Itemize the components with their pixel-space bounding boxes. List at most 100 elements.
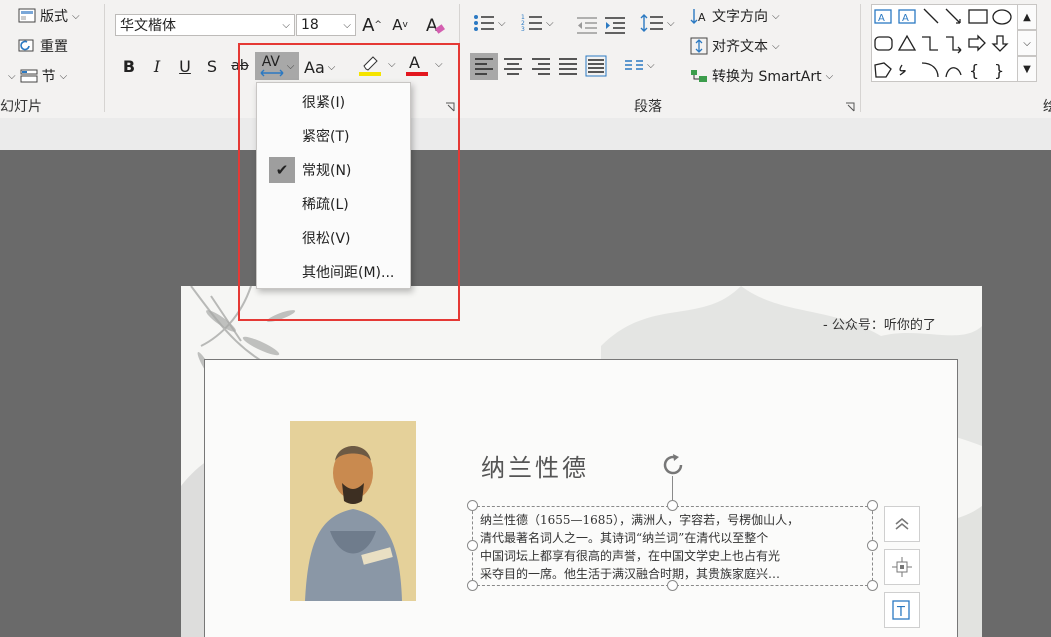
svg-text:A: A [426, 16, 438, 36]
ribbon: 版式 ⌵ 重置 ⌵ 节 ⌵ 幻灯片 华文楷体 ⌵ 18 ⌵ A ^ Av A B … [0, 0, 1051, 119]
gallery-scroll-down-icon[interactable]: ⌵ [1017, 30, 1037, 56]
resize-handle[interactable] [467, 500, 478, 511]
svg-text:A: A [902, 13, 909, 24]
svg-text:A: A [878, 13, 885, 24]
columns-button[interactable]: ⌵ [624, 57, 655, 73]
chevron-down-icon: ⌵ [667, 17, 675, 29]
font-name-value: 华文楷体 [120, 18, 176, 34]
resize-handle[interactable] [667, 500, 678, 511]
group-separator [860, 4, 861, 112]
align-text-label: 对齐文本 [712, 39, 768, 55]
smartart-icon [691, 70, 707, 82]
underline-button[interactable]: U [173, 54, 197, 78]
body-line: 清代最著名词人之一。其诗词“纳兰词”在清代以至整个 [480, 531, 769, 545]
body-textbox[interactable]: 纳兰性德（1655—1685），满洲人，字容若，号楞伽山人， 清代最著名词人之一… [472, 506, 873, 586]
layout-button[interactable]: 版式 ⌵ [18, 5, 80, 27]
grow-font-icon: A [362, 14, 375, 36]
text-box-icon: T [892, 600, 910, 620]
text-direction-button[interactable]: A 文字方向 ⌵ [690, 5, 780, 27]
svg-text:T: T [896, 605, 905, 620]
resize-handle[interactable] [867, 500, 878, 511]
bold-button[interactable]: B [117, 54, 141, 78]
increase-indent-icon[interactable] [604, 15, 626, 35]
distributed-icon[interactable] [585, 55, 607, 77]
line-spacing-button[interactable]: ⌵ [640, 13, 675, 33]
justify-icon[interactable] [558, 57, 578, 75]
animation-pane-button[interactable] [884, 506, 920, 542]
convert-smartart-button[interactable]: 转换为 SmartArt ⌵ [690, 65, 833, 87]
clear-formatting-icon: A [426, 16, 445, 36]
numbering-button[interactable]: 123 ⌵ [521, 13, 554, 33]
gallery-expand-icon[interactable]: ▼ [1017, 56, 1037, 82]
resize-handle[interactable] [467, 580, 478, 591]
grow-font-button[interactable]: A ^ [360, 13, 384, 37]
shrink-font-button[interactable]: Av [388, 13, 412, 37]
section-button[interactable]: ⌵ 节 ⌵ [8, 65, 67, 87]
rotate-handle-icon[interactable] [659, 451, 687, 479]
chevron-down-icon: ⌵ [8, 70, 16, 82]
align-center-icon[interactable] [503, 57, 523, 75]
align-text-icon [690, 37, 708, 55]
portrait-image[interactable] [290, 421, 416, 601]
drawing-group-label: 绘 [1043, 99, 1051, 115]
reset-icon [18, 39, 34, 52]
clear-formatting-button[interactable]: A [423, 13, 447, 37]
underline-icon: U [179, 56, 191, 76]
chevron-down-icon[interactable]: ⌵ [343, 20, 351, 31]
resize-handle[interactable] [667, 580, 678, 591]
svg-text:{: { [969, 61, 979, 80]
svg-text:A: A [698, 11, 706, 24]
bullets-button[interactable]: ⌵ [473, 13, 506, 33]
italic-button[interactable]: I [145, 54, 169, 78]
smartart-label: 转换为 SmartArt [712, 69, 822, 85]
resize-handle[interactable] [467, 540, 478, 551]
shrink-font-icon: A [392, 16, 403, 34]
chevrons-up-icon [895, 518, 909, 530]
layout-label: 版式 [40, 9, 68, 25]
shapes-gallery-icons[interactable]: A A { } [872, 5, 1018, 81]
paragraph-group-label: 段落 [634, 99, 662, 115]
align-text-button[interactable]: 对齐文本 ⌵ [690, 35, 780, 57]
chevron-down-icon: ⌵ [825, 70, 834, 82]
text-format-button[interactable]: T [884, 592, 920, 628]
resize-handle[interactable] [867, 540, 878, 551]
reset-label: 重置 [40, 39, 68, 55]
align-left-button[interactable] [470, 53, 498, 80]
bold-icon: B [122, 56, 136, 76]
body-text: 纳兰性德（1655—1685），满洲人，字容若，号楞伽山人， 清代最著名词人之一… [480, 511, 870, 583]
reset-button[interactable]: 重置 [18, 35, 68, 57]
align-left-icon [475, 58, 493, 75]
rotate-connector [672, 476, 673, 501]
slide-title[interactable]: 纳兰性德 [481, 448, 589, 483]
section-icon [20, 69, 38, 83]
layout-options-icon [892, 557, 912, 577]
chevron-down-icon[interactable]: ⌵ [282, 20, 290, 31]
font-name-field[interactable]: 华文楷体 ⌵ [115, 14, 295, 36]
decrease-indent-icon[interactable] [576, 15, 598, 35]
ribbon-bottom-strip [0, 118, 1051, 150]
slides-group-label: 幻灯片 [0, 99, 42, 115]
svg-text:}: } [994, 61, 1004, 80]
highlight-annotation-box [238, 43, 460, 321]
gallery-scroll-up-icon[interactable]: ▲ [1017, 4, 1037, 30]
text-shadow-button[interactable]: S [200, 54, 224, 78]
chevron-down-icon: ⌵ [59, 70, 68, 82]
chevron-down-icon: ⌵ [772, 40, 780, 52]
font-size-field[interactable]: 18 ⌵ [296, 14, 356, 36]
body-line: 纳兰性德（1655—1685），满洲人，字容若，号楞伽山人， [480, 513, 800, 527]
chevron-down-icon: ⌵ [772, 10, 780, 22]
chevron-down-icon: ⌵ [647, 59, 655, 71]
text-direction-icon: A [690, 9, 706, 24]
paragraph-dialog-launcher-icon[interactable] [845, 102, 855, 112]
resize-handle[interactable] [867, 580, 878, 591]
numbering-icon: 123 [521, 14, 542, 33]
body-line: 中国词坛上都享有很高的声誉，在中国文学史上也占有光 [480, 549, 781, 563]
header-text: - 公众号：听你的了 [823, 318, 936, 333]
layout-options-button[interactable] [884, 549, 920, 585]
columns-icon [625, 60, 643, 70]
bullets-icon [474, 15, 494, 31]
group-separator [104, 4, 105, 112]
shapes-gallery[interactable]: A A { } [871, 4, 1019, 82]
chevron-down-icon: ⌵ [546, 17, 554, 29]
align-right-icon[interactable] [531, 57, 551, 75]
